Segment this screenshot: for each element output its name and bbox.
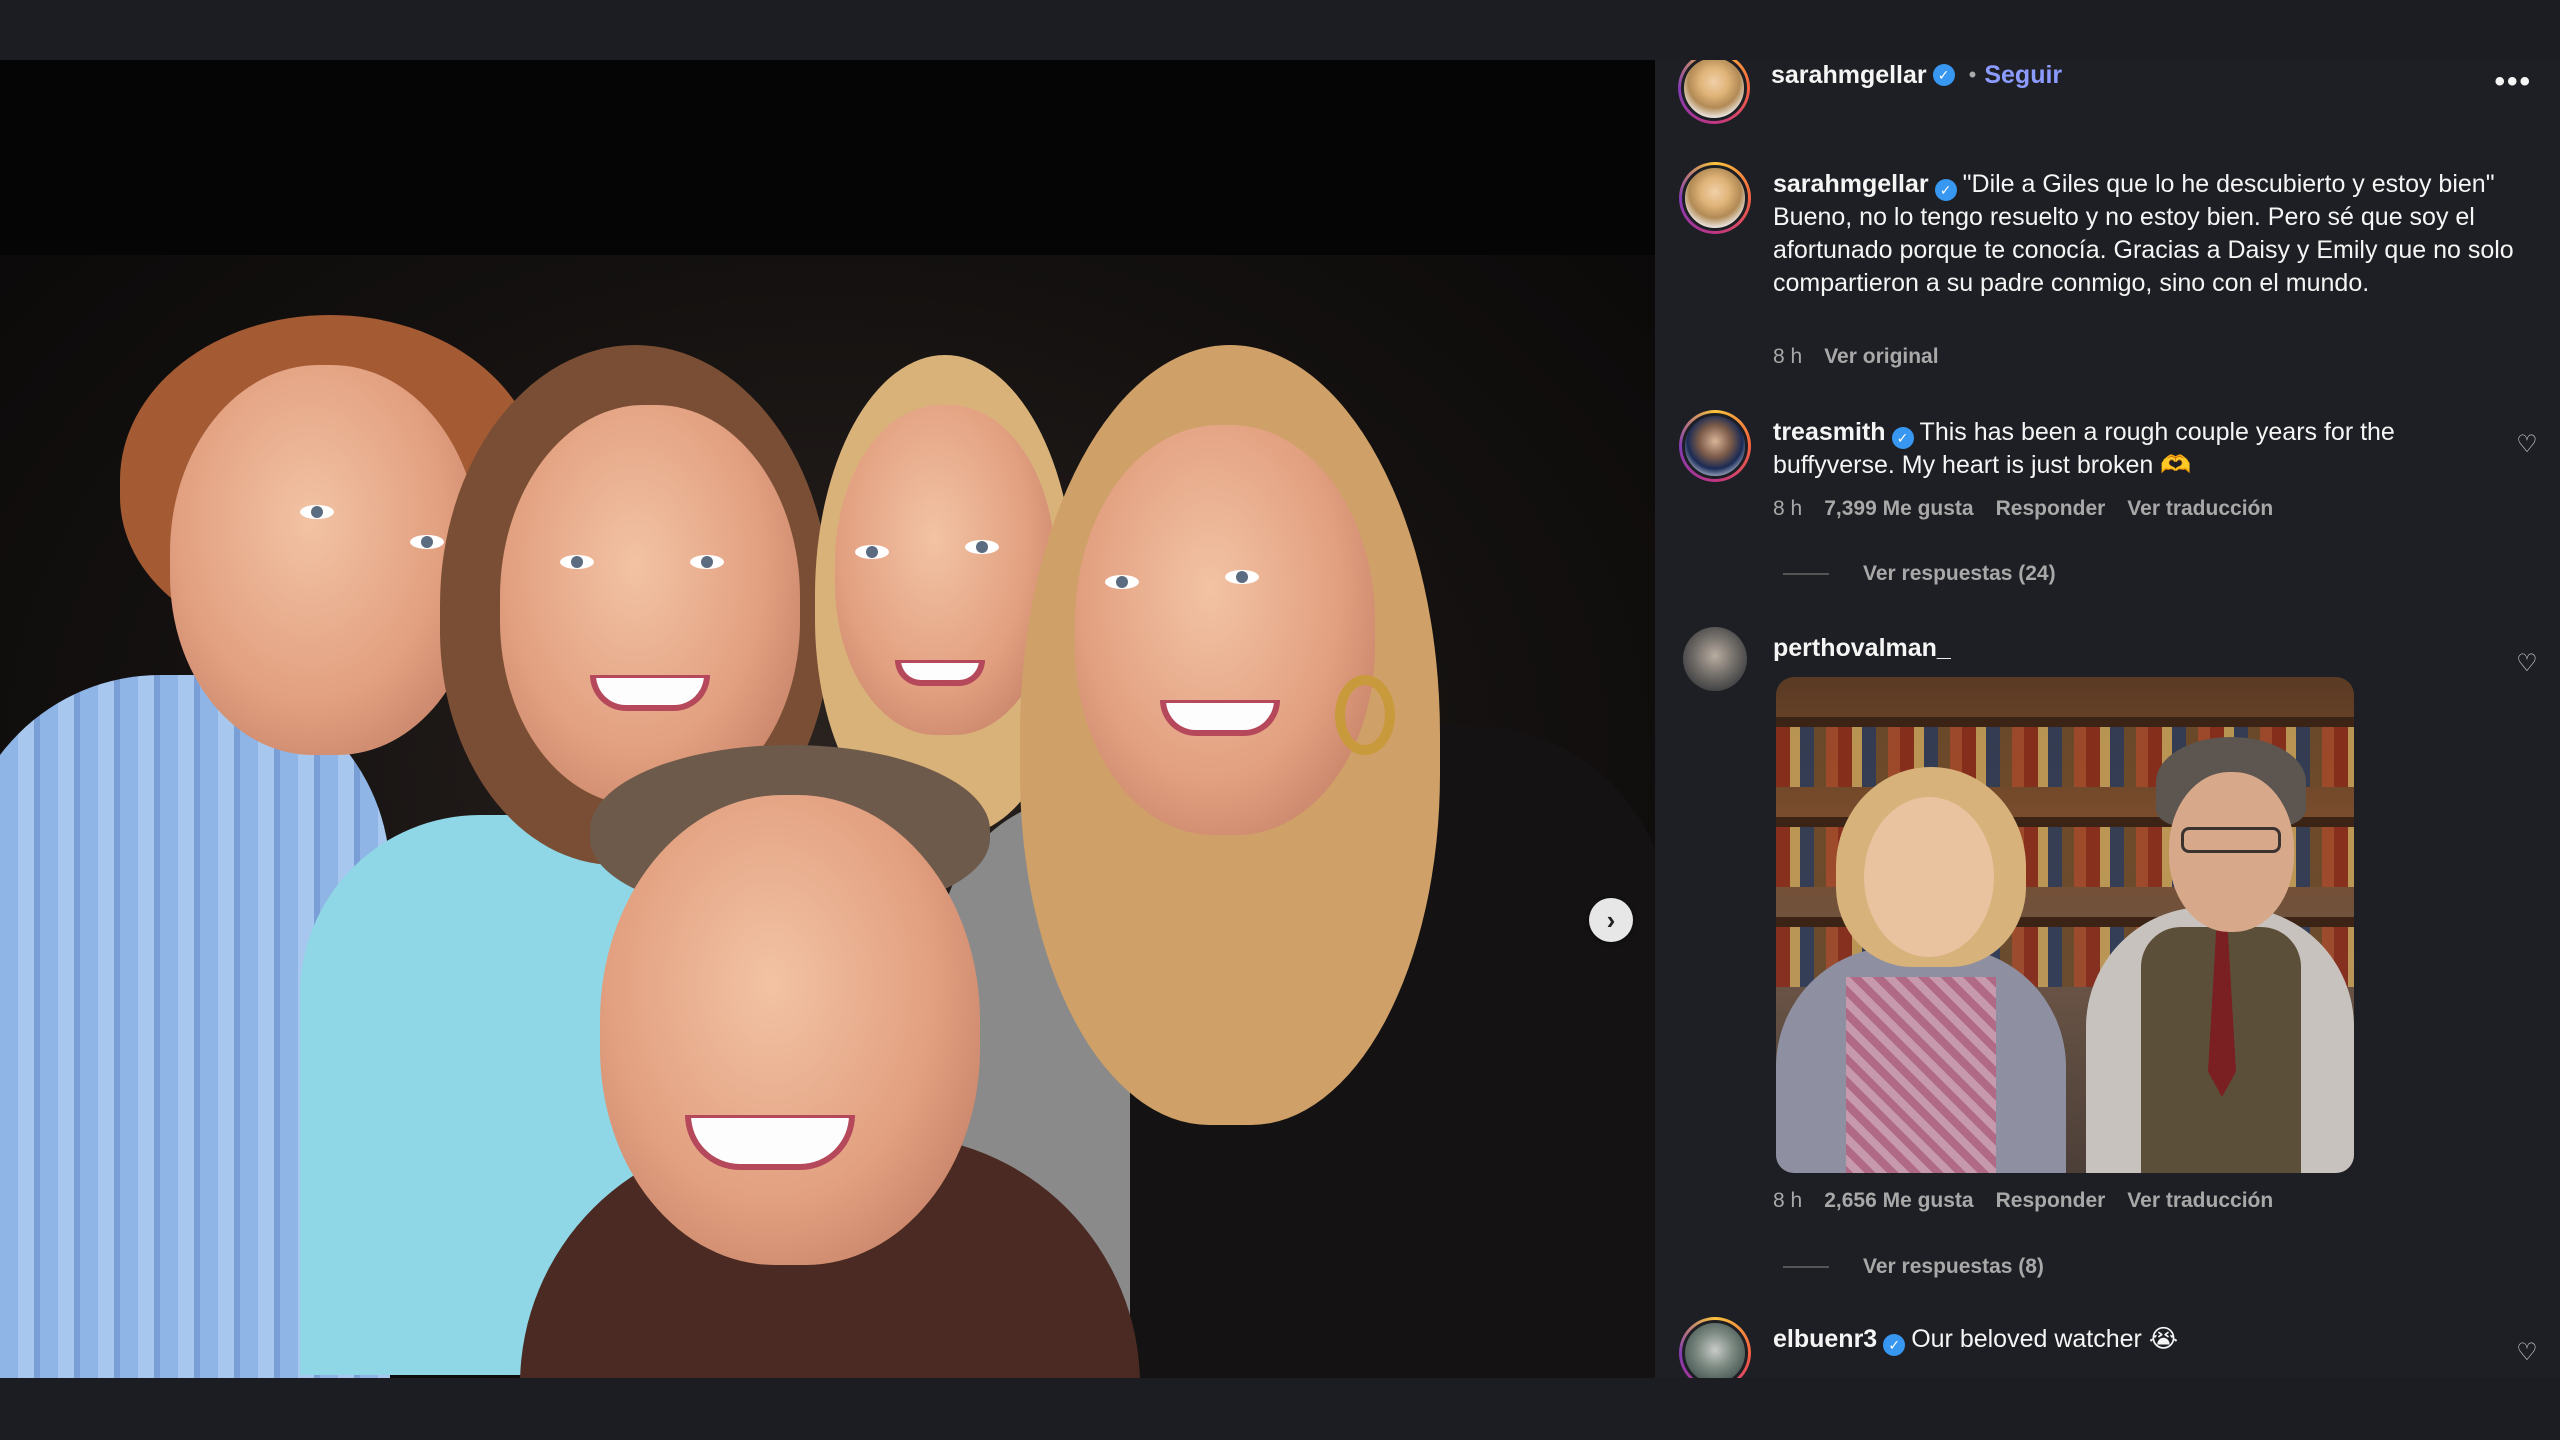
replies-divider [1783,573,1829,575]
heart-icon[interactable]: ♡ [2514,1340,2540,1366]
comment-body: Our beloved watcher 😭 [1911,1325,2179,1353]
photo-figure-left-eye [410,535,444,549]
view-replies-label: Ver respuestas (8) [1863,1255,2044,1278]
comment-meta: 8 h 7,399 Me gusta Responder Ver traducc… [1773,497,2273,521]
comment-time: 8 h [1773,1189,1803,1212]
photo-figure-right-eye [1225,570,1259,584]
comment-username[interactable]: elbuenr3 [1773,1325,1877,1353]
heart-icon[interactable]: ♡ [2514,432,2540,458]
comment-avatar-perthovalman[interactable] [1683,627,1747,691]
heart-icon[interactable]: ♡ [2514,651,2540,677]
photo-figure-right-face [1075,425,1375,835]
photo-figure-left-face [170,365,480,755]
caption-avatar[interactable] [1679,162,1751,234]
view-replies-label: Ver respuestas (24) [1863,562,2056,585]
replies-divider [1783,1266,1829,1268]
post-header: sarahmgellar ✓ • Seguir [1771,60,2062,95]
caption-meta: 8 h Ver original [1773,345,1939,369]
photo-figure-girl2-eye [855,545,889,559]
verified-badge-icon: ✓ [1932,64,1955,86]
top-bar [0,0,2560,60]
post-media: › [0,60,1655,1378]
photo-figure-girl1-face [500,405,800,805]
comment-gif-image[interactable] [1776,677,2354,1173]
comment-likes[interactable]: 2,656 Me gusta [1824,1189,1973,1213]
photo-figure-girl2-smile [895,660,985,686]
reply-button[interactable]: Responder [1996,497,2106,521]
comment-username[interactable]: perthovalman_ [1773,634,1951,662]
bottom-bar [0,1378,2560,1440]
reply-button[interactable]: Responder [1996,1189,2106,1213]
comment-meta: 8 h 2,656 Me gusta Responder Ver traducc… [1773,1189,2273,1213]
view-replies-button[interactable]: Ver respuestas (8) [1783,1255,2044,1279]
chevron-right-icon: › [1606,904,1616,935]
gif-figure-left-face [1864,797,1994,957]
photo-figure-right-smile [1160,700,1280,736]
post-photo[interactable]: › [0,255,1655,1378]
see-original-link[interactable]: Ver original [1824,345,1938,369]
photo-figure-girl1-eye [690,555,724,569]
gif-figure-left-top [1846,977,1996,1173]
gif-figure-right-glasses [2181,827,2281,853]
separator-dot: • [1968,62,1977,87]
gif-shelf [1776,717,2354,727]
translate-link[interactable]: Ver traducción [2127,497,2273,521]
comment-avatar-elbuenr3[interactable] [1679,1317,1751,1378]
comment-text: perthovalman_ [1773,632,2463,665]
photo-figure-right-eye [1105,575,1139,589]
photo-figure-girl2-eye [965,540,999,554]
author-avatar[interactable] [1678,60,1750,124]
comment-text: elbuenr3 ✓ Our beloved watcher 😭 [1773,1323,2463,1356]
photo-earring [1335,675,1395,755]
photo-figure-girl1-eye [560,555,594,569]
photo-figure-girl1-smile [590,675,710,711]
verified-badge-icon: ✓ [1934,179,1957,201]
caption-time: 8 h [1773,345,1803,368]
comment-likes[interactable]: 7,399 Me gusta [1824,497,1973,521]
translate-link[interactable]: Ver traducción [2127,1189,2273,1213]
author-username[interactable]: sarahmgellar [1771,61,1927,90]
follow-button[interactable]: Seguir [1984,61,2062,90]
comment-text: treasmith ✓ This has been a rough couple y… [1773,416,2463,482]
more-options-icon[interactable]: ••• [2494,65,2532,99]
photo-figure-left-eye [300,505,334,519]
caption-text: sarahmgellar ✓ "Dile a Giles que lo he des… [1773,168,2533,300]
comment-username[interactable]: treasmith [1773,418,1886,446]
caption-username[interactable]: sarahmgellar [1773,170,1929,198]
comment-avatar-treasmith[interactable] [1679,410,1751,482]
verified-badge-icon: ✓ [1883,1334,1906,1356]
verified-badge-icon: ✓ [1891,427,1914,449]
next-photo-button[interactable]: › [1589,898,1633,942]
view-replies-button[interactable]: Ver respuestas (24) [1783,562,2056,586]
comment-time: 8 h [1773,497,1803,520]
photo-figure-front-face [600,795,980,1265]
